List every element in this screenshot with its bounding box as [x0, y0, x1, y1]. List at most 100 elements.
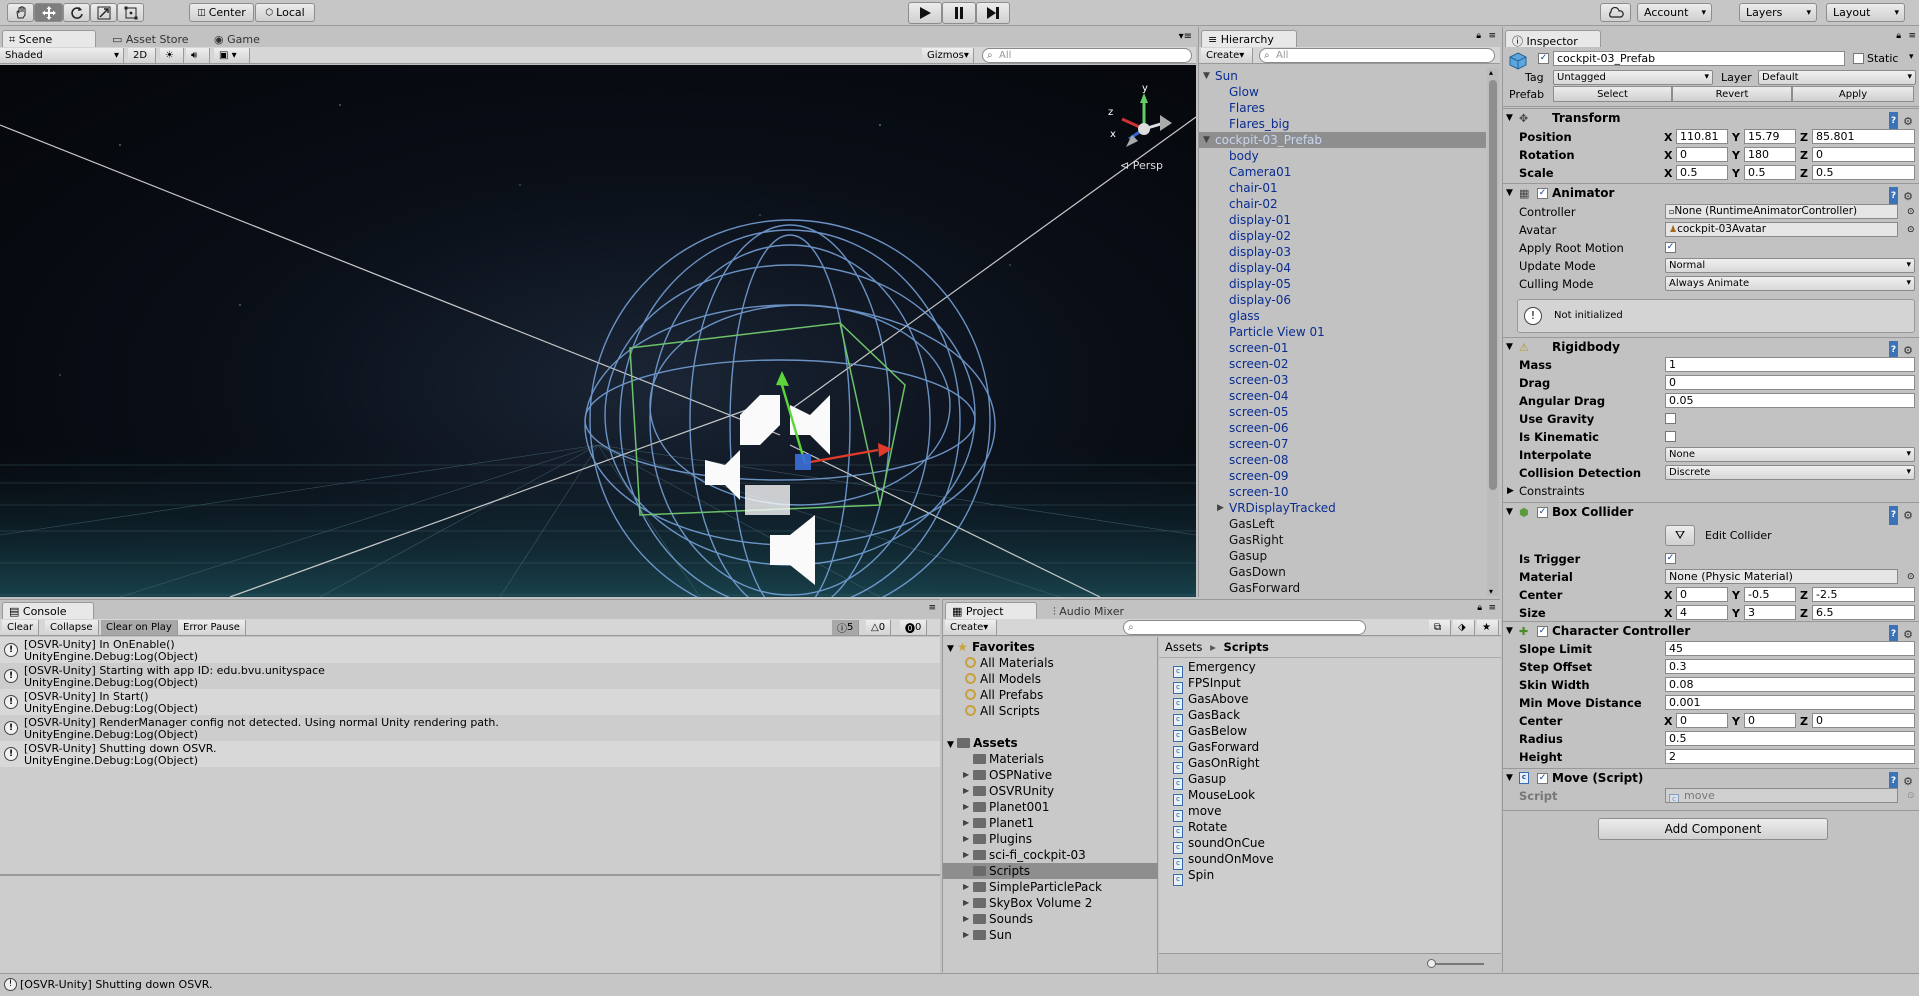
step-field[interactable]: 0.3	[1665, 659, 1915, 674]
foldout-closed-icon[interactable]: ▶	[963, 911, 969, 927]
tab-console[interactable]: ▤ Console	[2, 602, 94, 619]
folder-item[interactable]: ▶ Planet1	[943, 815, 1158, 831]
lighting-toggle[interactable]: ☀	[160, 48, 184, 63]
rotate-tool-button[interactable]	[63, 3, 90, 22]
projection-label[interactable]: ⊲ Persp	[1120, 159, 1163, 172]
console-error-filter[interactable]: ⓿ 0	[900, 620, 928, 635]
box-collider-enabled-checkbox[interactable]: ✓	[1537, 507, 1548, 518]
console-collapse-button[interactable]: Collapse	[45, 620, 99, 635]
prefab-revert-button[interactable]: Revert	[1672, 86, 1792, 102]
hierarchy-item[interactable]: Flares_big	[1199, 116, 1486, 132]
hand-tool-button[interactable]	[7, 3, 34, 22]
animator-enabled-checkbox[interactable]: ✓	[1537, 188, 1548, 199]
prefab-apply-button[interactable]: Apply	[1792, 86, 1914, 102]
interpolate-dropdown[interactable]: None	[1665, 447, 1915, 462]
console-clear-button[interactable]: Clear	[2, 620, 40, 635]
vector-z-field[interactable]: 0.5	[1812, 165, 1915, 180]
angular-drag-field[interactable]: 0.05	[1665, 393, 1915, 408]
hierarchy-create-dropdown[interactable]: Create ▾	[1201, 48, 1253, 63]
status-bar[interactable]: ! [OSVR-Unity] Shutting down OSVR.	[0, 973, 1919, 996]
vector-x-field[interactable]: 4	[1676, 605, 1728, 620]
skin-field[interactable]: 0.08	[1665, 677, 1915, 692]
hierarchy-item[interactable]: display-01	[1199, 212, 1486, 228]
audio-toggle[interactable]: 🔊︎	[186, 48, 210, 63]
tab-project[interactable]: ▦ Project	[945, 602, 1037, 619]
material-field[interactable]: None (Physic Material)	[1665, 569, 1898, 584]
scrollbar-thumb[interactable]	[1489, 80, 1497, 490]
hierarchy-item[interactable]: GasRight	[1199, 532, 1486, 548]
hierarchy-search-input[interactable]: ⌕ All	[1259, 48, 1495, 63]
script-file[interactable]: c GasForward	[1173, 739, 1259, 758]
folder-item[interactable]: Scripts	[943, 863, 1158, 879]
hierarchy-item[interactable]: body	[1199, 148, 1486, 164]
script-file[interactable]: c Emergency	[1173, 659, 1256, 678]
is-trigger-checkbox[interactable]: ✓	[1665, 553, 1676, 564]
tab-game[interactable]: ◉ Game	[208, 31, 266, 48]
hierarchy-item[interactable]: screen-02	[1199, 356, 1486, 372]
slope-field[interactable]: 45	[1665, 641, 1915, 656]
script-file[interactable]: c GasAbove	[1173, 691, 1249, 710]
use-gravity-checkbox[interactable]	[1665, 413, 1676, 424]
gizmos-dropdown[interactable]: Gizmos ▾	[922, 48, 974, 63]
hierarchy-item[interactable]: glass	[1199, 308, 1486, 324]
foldout-open-icon[interactable]: ▼	[1203, 132, 1210, 148]
transform-header[interactable]: ▼ ✥ Transform ? ⚙	[1503, 108, 1919, 131]
hierarchy-item[interactable]: display-05	[1199, 276, 1486, 292]
account-dropdown[interactable]: Account ▾	[1637, 3, 1712, 22]
play-button[interactable]	[908, 2, 942, 24]
rigidbody-header[interactable]: ▼ ⚠ Rigidbody ? ⚙	[1503, 337, 1919, 360]
vector-z-field[interactable]: 0	[1812, 713, 1915, 728]
script-file[interactable]: c move	[1173, 803, 1222, 822]
lock-icon[interactable]: 🔒︎	[1896, 31, 1901, 41]
object-picker-icon[interactable]: ⊙	[1907, 203, 1915, 221]
hierarchy-item[interactable]: ▼ cockpit-03_Prefab	[1199, 132, 1486, 148]
script-file[interactable]: c GasOnRight	[1173, 755, 1260, 774]
layout-dropdown[interactable]: Layout ▾	[1826, 3, 1905, 22]
update-mode-dropdown[interactable]: Normal	[1665, 258, 1915, 273]
vector-y-field[interactable]: 180	[1744, 147, 1796, 162]
collision-dropdown[interactable]: Discrete	[1665, 465, 1915, 480]
project-create-dropdown[interactable]: Create ▾	[945, 620, 997, 635]
scroll-up-icon[interactable]: ▴	[1489, 68, 1493, 77]
hierarchy-item[interactable]: screen-03	[1199, 372, 1486, 388]
folder-item[interactable]: ▶ OSVRUnity	[943, 783, 1158, 799]
avatar-field[interactable]: ♟cockpit-03Avatar	[1665, 222, 1898, 237]
hierarchy-item[interactable]: screen-05	[1199, 404, 1486, 420]
hierarchy-item[interactable]: screen-09	[1199, 468, 1486, 484]
vector-y-field[interactable]: 0.5	[1744, 165, 1796, 180]
foldout-closed-icon[interactable]: ▶	[963, 927, 969, 943]
scene-search-input[interactable]: ⌕ All	[982, 48, 1192, 63]
favorites-filter-button[interactable]: ★	[1477, 620, 1499, 635]
vector-z-field[interactable]: 0	[1812, 147, 1915, 162]
move-script-enabled-checkbox[interactable]: ✓	[1537, 773, 1548, 784]
favorites-item[interactable]: All Materials	[965, 655, 1054, 671]
console-log-entry[interactable]: ! [OSVR-Unity] Shutting down OSVR. UnityEn…	[0, 741, 940, 767]
edit-collider-button[interactable]: ⛛	[1665, 525, 1695, 546]
chevron-down-icon[interactable]: ▾	[1909, 52, 1914, 62]
panel-menu-icon[interactable]: ≡	[1488, 603, 1496, 613]
scroll-down-icon[interactable]: ▾	[1489, 587, 1493, 596]
breadcrumb-scripts[interactable]: Scripts	[1224, 640, 1269, 654]
favorites-header[interactable]: ▼ ★ Favorites	[947, 639, 1035, 655]
tag-dropdown[interactable]: Untagged	[1553, 70, 1713, 85]
folder-item[interactable]: ▶ Sounds	[943, 911, 1158, 927]
console-log-entry[interactable]: ! [OSVR-Unity] RenderManager config not d…	[0, 715, 940, 741]
lock-icon[interactable]: 🔒︎	[1477, 603, 1482, 613]
height-field[interactable]: 2	[1665, 749, 1915, 764]
script-file[interactable]: c Gasup	[1173, 771, 1226, 790]
vector-y-field[interactable]: -0.5	[1744, 587, 1796, 602]
panel-menu-icon[interactable]: ▾≡	[1179, 31, 1192, 42]
panel-menu-icon[interactable]: ≡	[928, 603, 936, 613]
hierarchy-item[interactable]: GasForward	[1199, 580, 1486, 596]
vector-x-field[interactable]: 0	[1676, 587, 1728, 602]
hierarchy-item[interactable]: chair-01	[1199, 180, 1486, 196]
folder-item[interactable]: ▶ Planet001	[943, 799, 1158, 815]
drag-field[interactable]: 0	[1665, 375, 1915, 390]
hierarchy-item[interactable]: ▶ VRDisplayTracked	[1199, 500, 1486, 516]
hierarchy-item[interactable]: Glow	[1199, 84, 1486, 100]
script-file[interactable]: c Rotate	[1173, 819, 1227, 838]
folder-item[interactable]: ▶ OSPNative	[943, 767, 1158, 783]
radius-field[interactable]: 0.5	[1665, 731, 1915, 746]
move-tool-button[interactable]	[34, 3, 63, 22]
cloud-button[interactable]	[1600, 3, 1631, 22]
